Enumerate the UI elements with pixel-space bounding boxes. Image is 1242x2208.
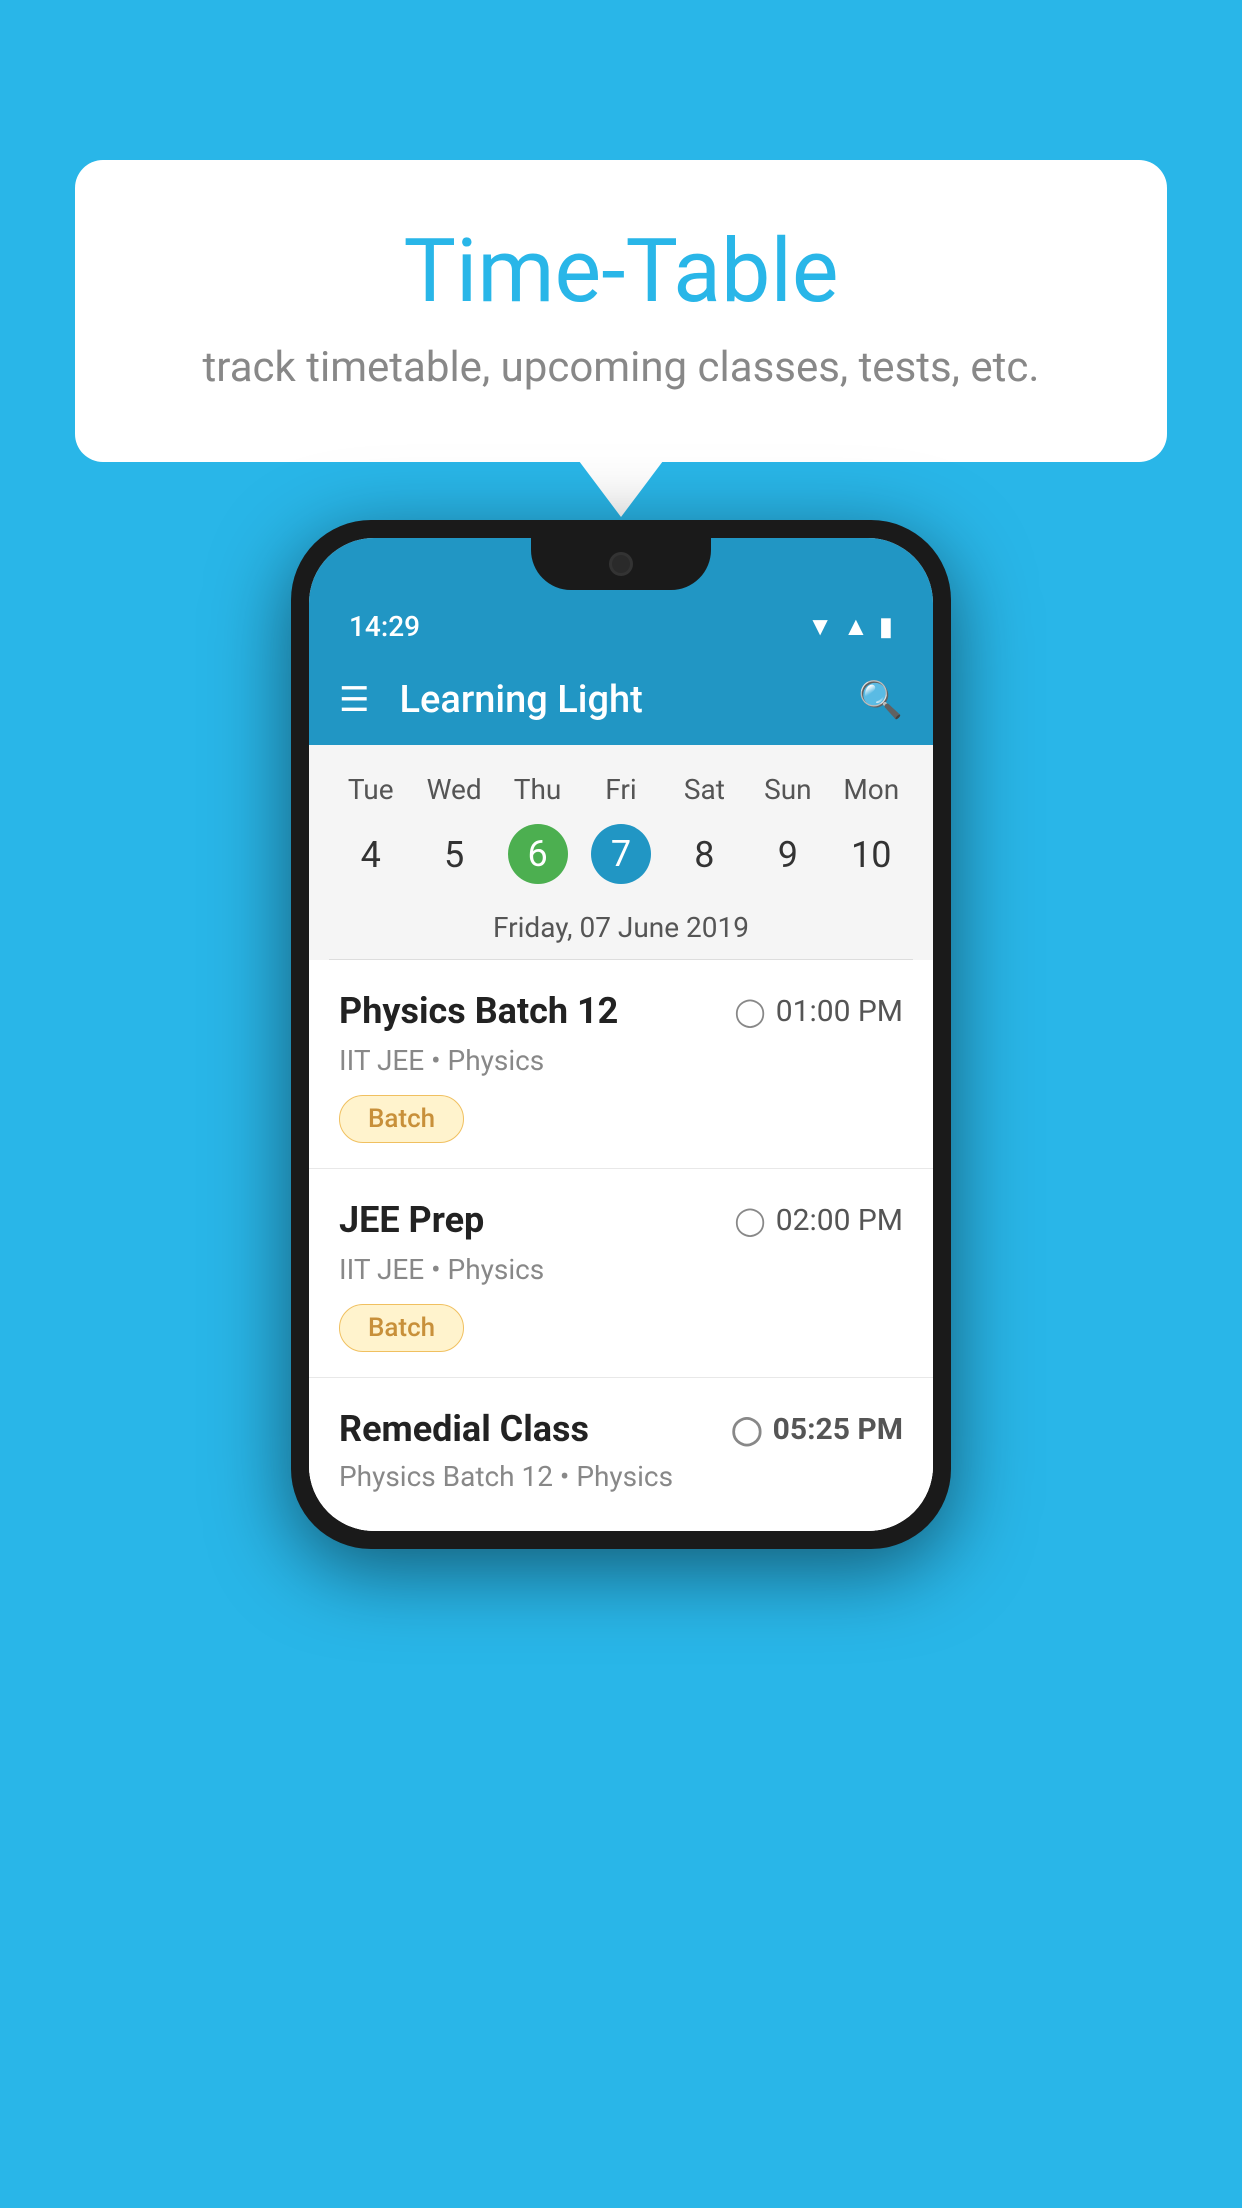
day-header-tue[interactable]: Tue: [329, 765, 412, 814]
date-7-selected[interactable]: 7: [591, 824, 651, 884]
day-header-thu[interactable]: Thu: [496, 765, 579, 814]
class-item-header-2: JEE Prep ◯ 02:00 PM: [339, 1199, 903, 1241]
day-numbers: 4 5 6 7 8 9 10: [329, 824, 913, 886]
class-time-value-3: 05:25 PM: [773, 1412, 903, 1447]
class-name-2: JEE Prep: [339, 1199, 484, 1241]
app-toolbar: ☰ Learning Light 🔍: [309, 655, 933, 745]
class-time-3: ◯ 05:25 PM: [731, 1412, 903, 1447]
clock-icon-3: ◯: [731, 1413, 762, 1446]
bubble-subtitle: track timetable, upcoming classes, tests…: [155, 343, 1087, 392]
day-headers: Tue Wed Thu Fri Sat Sun Mon: [329, 765, 913, 814]
phone-camera: [609, 552, 633, 576]
phone-mockup: 14:29 ▼ ▲ ▮ ☰ Learning Light 🔍 Tue Wed T…: [291, 520, 951, 1549]
date-5[interactable]: 5: [412, 824, 495, 886]
class-name-3: Remedial Class: [339, 1408, 589, 1450]
clock-icon-1: ◯: [734, 995, 765, 1028]
batch-badge-1: Batch: [339, 1095, 464, 1143]
class-time-value-1: 01:00 PM: [776, 994, 903, 1029]
class-subject-3: Physics Batch 12 • Physics: [339, 1460, 903, 1493]
date-9[interactable]: 9: [746, 824, 829, 886]
class-time-value-2: 02:00 PM: [776, 1203, 903, 1238]
date-8[interactable]: 8: [663, 824, 746, 886]
date-4[interactable]: 4: [329, 824, 412, 886]
battery-icon: ▮: [879, 612, 893, 642]
calendar-strip: Tue Wed Thu Fri Sat Sun Mon 4 5 6 7 8 9 …: [309, 745, 933, 960]
day-header-mon[interactable]: Mon: [830, 765, 913, 814]
day-header-sun[interactable]: Sun: [746, 765, 829, 814]
phone-notch: [531, 538, 711, 590]
status-time: 14:29: [349, 610, 420, 643]
classes-list: Physics Batch 12 ◯ 01:00 PM IIT JEE • Ph…: [309, 960, 933, 1531]
bubble-title: Time-Table: [155, 220, 1087, 323]
speech-bubble: Time-Table track timetable, upcoming cla…: [75, 160, 1167, 462]
class-subject-1: IIT JEE • Physics: [339, 1044, 903, 1077]
day-header-wed[interactable]: Wed: [412, 765, 495, 814]
partial-class-header: Remedial Class ◯ 05:25 PM: [339, 1408, 903, 1450]
phone-outer: 14:29 ▼ ▲ ▮ ☰ Learning Light 🔍 Tue Wed T…: [291, 520, 951, 1549]
class-subject-2: IIT JEE • Physics: [339, 1253, 903, 1286]
status-icons: ▼ ▲ ▮: [807, 611, 893, 642]
class-item-physics-batch[interactable]: Physics Batch 12 ◯ 01:00 PM IIT JEE • Ph…: [309, 960, 933, 1169]
menu-icon[interactable]: ☰: [339, 680, 369, 720]
phone-screen: 14:29 ▼ ▲ ▮ ☰ Learning Light 🔍 Tue Wed T…: [309, 538, 933, 1531]
date-6-today[interactable]: 6: [508, 824, 568, 884]
status-bar: 14:29 ▼ ▲ ▮: [309, 590, 933, 655]
day-header-sat[interactable]: Sat: [663, 765, 746, 814]
wifi-icon: ▼: [807, 611, 833, 642]
class-name-1: Physics Batch 12: [339, 990, 618, 1032]
batch-badge-2: Batch: [339, 1304, 464, 1352]
search-icon[interactable]: 🔍: [858, 679, 903, 721]
class-time-1: ◯ 01:00 PM: [734, 994, 903, 1029]
app-title: Learning Light: [399, 678, 858, 722]
class-item-jee-prep[interactable]: JEE Prep ◯ 02:00 PM IIT JEE • Physics Ba…: [309, 1169, 933, 1378]
signal-icon: ▲: [843, 611, 869, 642]
day-header-fri[interactable]: Fri: [579, 765, 662, 814]
clock-icon-2: ◯: [734, 1204, 765, 1237]
class-time-2: ◯ 02:00 PM: [734, 1203, 903, 1238]
date-10[interactable]: 10: [830, 824, 913, 886]
class-item-remedial[interactable]: Remedial Class ◯ 05:25 PM Physics Batch …: [309, 1378, 933, 1531]
class-item-header: Physics Batch 12 ◯ 01:00 PM: [339, 990, 903, 1032]
selected-date-label: Friday, 07 June 2019: [329, 901, 913, 960]
